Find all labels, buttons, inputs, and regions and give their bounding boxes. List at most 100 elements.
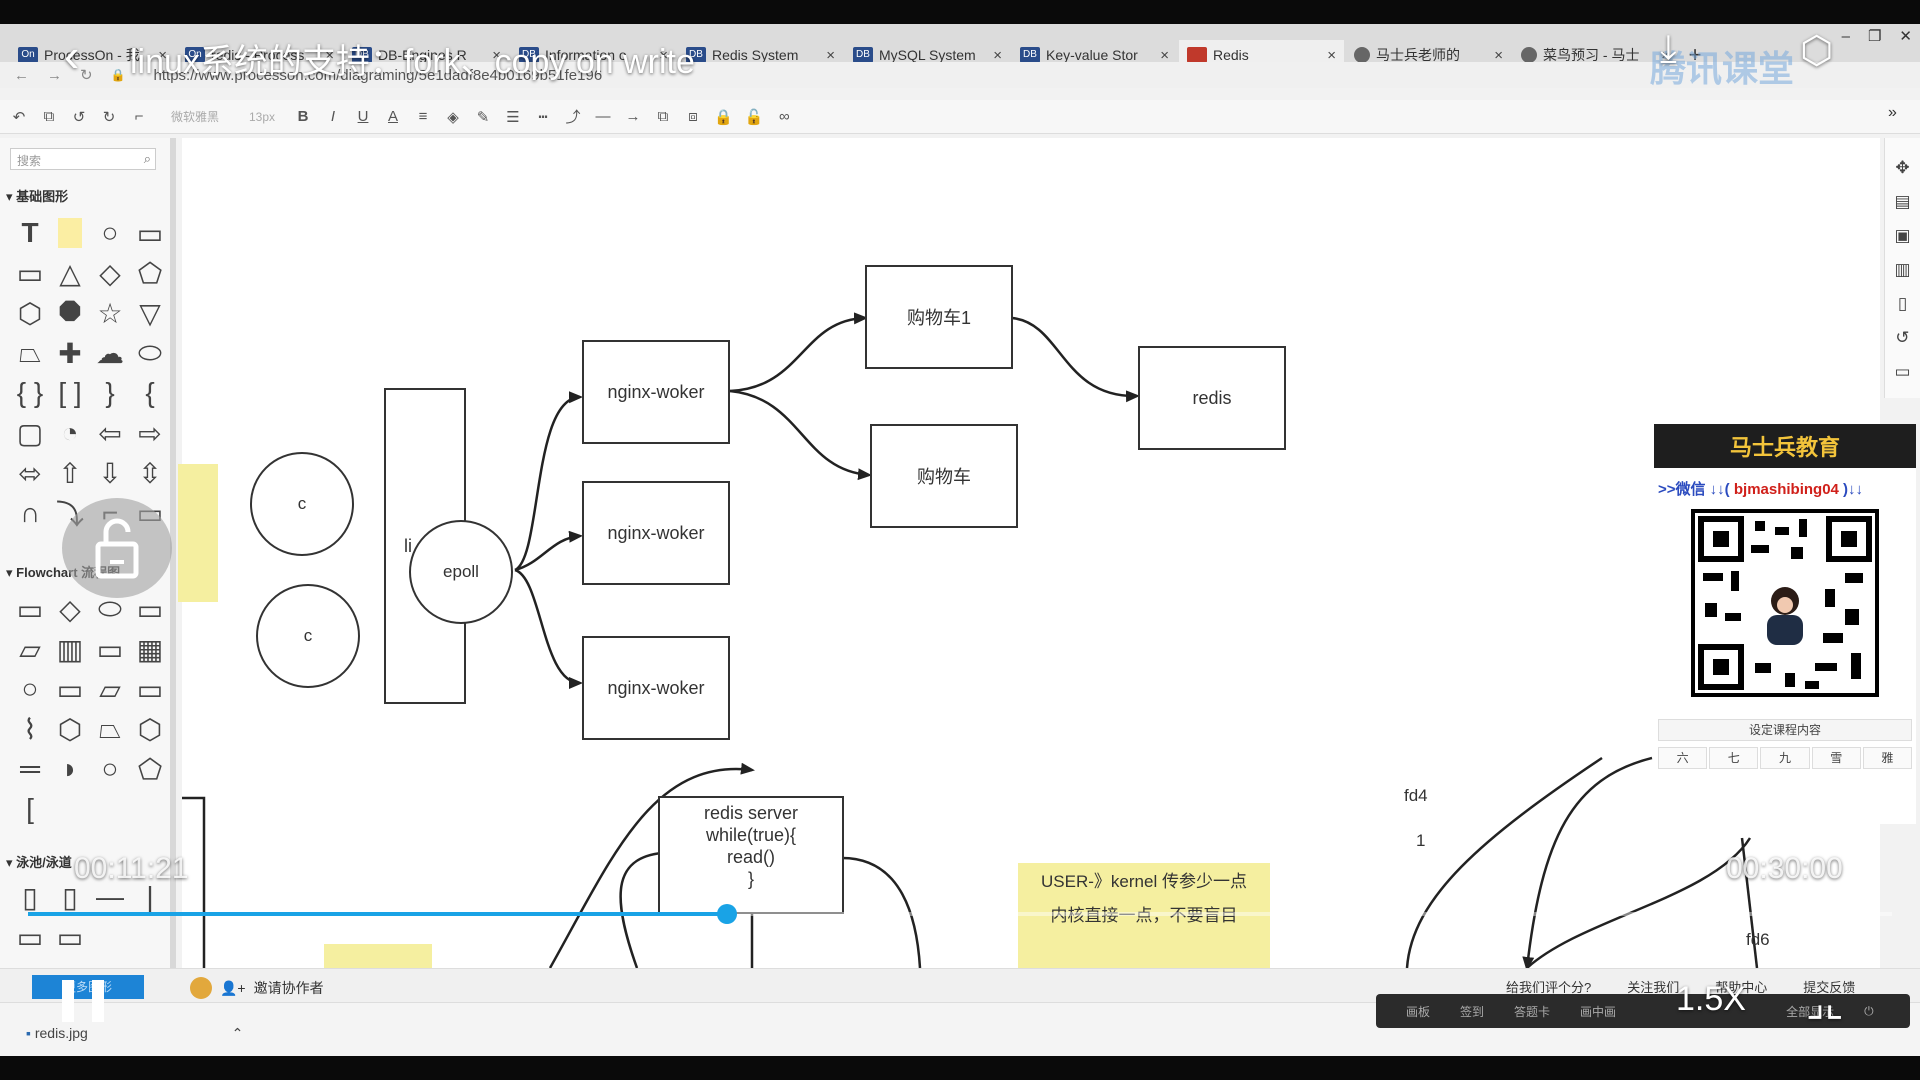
sticky-note-partial[interactable] [178,464,218,602]
playback-speed-button[interactable]: 1.5X [1676,980,1746,1019]
nginx-worker-box-3[interactable]: nginx-woker [582,636,730,740]
updown-arrow-shape-icon[interactable]: ⇳ [130,458,170,489]
undo-history-icon[interactable]: ↶ [10,108,28,126]
file-icon[interactable]: ▯ [1898,294,1907,314]
epoll-circle[interactable]: epoll [409,520,513,624]
line-style-icon[interactable]: ┅ [534,108,552,126]
double-arrow-shape-icon[interactable]: ⬄ [10,458,50,489]
back-arrow-icon[interactable]: ← [14,67,29,84]
collapse-toolbar-icon[interactable]: » [1888,104,1897,122]
tape-shape-icon[interactable]: ⌇ [10,714,50,745]
off-page-shape-icon[interactable]: ⬠ [130,754,170,785]
bring-front-icon[interactable]: ⧉ [654,108,672,125]
diamond-shape-icon[interactable]: ◇ [90,258,130,289]
manual-operation-shape-icon[interactable]: ⏢ [90,713,130,744]
hexagon-shape-icon[interactable]: ⬡ [10,298,50,329]
rectangle-shape-icon[interactable]: ▭ [130,218,170,249]
note-shape-icon[interactable] [50,218,90,248]
underline-button[interactable]: U [354,108,372,125]
vertical-pool-shape-icon[interactable]: ▯ [10,882,50,913]
back-chevron-icon[interactable]: ‹ [64,28,79,82]
cross-shape-icon[interactable]: ✚ [50,338,90,369]
cloud-shape-icon[interactable]: ☁ [90,338,130,369]
stored-data-shape-icon[interactable]: ▭ [90,634,130,665]
progress-scrubber[interactable] [717,904,737,924]
parallel-shape-icon[interactable]: ═ [10,753,50,784]
preparation-shape-icon[interactable]: ⬡ [50,714,90,745]
diagram-canvas[interactable]: c c li epoll nginx-woker nginx-woker ngi… [178,138,1880,968]
circle-connector-shape-icon[interactable]: ○ [90,753,130,784]
up-arrow-shape-icon[interactable]: ⇧ [50,458,90,489]
separator-shape-icon[interactable]: — [90,881,130,912]
circle-shape-icon[interactable]: ○ [90,217,130,248]
tab-close-icon[interactable]: × [1160,47,1169,64]
right-arrow-shape-icon[interactable]: ⇨ [130,418,170,449]
section-swimlane[interactable]: ▾ 泳池/泳道 [6,852,72,871]
line-color-icon[interactable]: ✎ [474,108,492,126]
star-shape-icon[interactable]: ☆ [90,298,130,329]
ellipse-shape-icon[interactable]: ⬭ [130,337,170,368]
vertical-lane-shape-icon[interactable]: ▯ [50,882,90,913]
banner-shape-icon[interactable]: ⏢ [10,337,50,368]
fill-color-icon[interactable]: ◈ [444,108,462,126]
nginx-worker-box-2[interactable]: nginx-woker [582,481,730,585]
document-shape-icon[interactable]: ▭ [130,594,170,625]
delay-shape-icon[interactable]: ◗ [50,753,90,784]
line-width-icon[interactable]: ☰ [504,108,522,126]
style-icon[interactable]: ▤ [1894,192,1910,212]
shape-search-input[interactable]: 搜索 ⌕ [10,148,156,170]
down-arrow-shape-icon[interactable]: ⇩ [90,458,130,489]
day-button[interactable]: 雅 [1862,747,1913,769]
bracket-shape-icon[interactable]: [ ] [50,377,90,408]
horizontal-lane-shape-icon[interactable]: ▭ [50,922,90,953]
exit-fullscreen-icon[interactable]: ⌟⌞ [1806,980,1844,1026]
process-shape-icon[interactable]: ▭ [10,594,50,625]
power-icon[interactable]: ⏻ [1864,1004,1874,1019]
horizontal-pool-shape-icon[interactable]: ▭ [10,922,50,953]
page-icon[interactable]: ▣ [1894,226,1910,246]
data-icon[interactable]: ▥ [1894,260,1910,280]
invite-collaborator-button[interactable]: 👤+ 邀请协作者 [190,977,324,999]
display-shape-icon[interactable]: ▭ [50,674,90,705]
close-window-icon[interactable]: ✕ [1899,27,1912,45]
data-shape-icon[interactable]: ▱ [10,634,50,665]
lock-shape-icon[interactable]: 🔒 [714,108,733,126]
left-brace-shape-icon[interactable]: { [130,377,170,408]
annotation-shape-icon[interactable]: [ [10,793,50,824]
bold-button[interactable]: B [294,108,312,125]
octagon-shape-icon[interactable]: ⯃ [50,297,90,328]
arrow-style-icon[interactable]: → [624,108,642,125]
triangle-shape-icon[interactable]: △ [50,258,90,289]
font-family-select[interactable]: 微软雅黑 [160,108,230,125]
navigator-icon[interactable]: ✥ [1895,158,1909,178]
redo-icon[interactable]: ↻ [100,108,118,126]
chevron-up-icon[interactable]: ⌃ [232,1025,244,1041]
line-end-icon[interactable]: ― [594,108,612,125]
client-circle-2[interactable]: c [256,584,360,688]
history-icon[interactable]: ↺ [1895,328,1909,348]
download-item[interactable]: ▪ redis.jpg ⌃ [26,1025,243,1042]
section-basic-shapes[interactable]: ▾ 基础图形 [6,186,68,205]
redis-server-box[interactable]: redis server while(true){ read() } [658,796,844,914]
minimize-icon[interactable]: – [1842,28,1850,45]
undo-icon[interactable]: ↺ [70,108,88,126]
video-progress-bar[interactable] [28,904,1892,924]
paint-brush-icon[interactable]: ⌐ [130,108,148,125]
tray-checkin[interactable]: 签到 [1460,1003,1484,1020]
italic-button[interactable]: I [324,108,342,125]
quarter-circle-shape-icon[interactable]: ◔ [50,417,90,448]
tab-close-icon[interactable]: × [993,47,1002,64]
pentagon-shape-icon[interactable]: ⬠ [130,258,170,289]
tray-answer-card[interactable]: 答题卡 [1514,1003,1550,1020]
day-button[interactable]: 九 [1760,747,1810,769]
left-arrow-shape-icon[interactable]: ⇦ [90,418,130,449]
terminator-shape-icon[interactable]: ⬭ [90,593,130,624]
rounded-square-shape-icon[interactable]: ▢ [10,418,50,449]
link-icon[interactable]: ∞ [775,108,793,125]
unlock-shape-icon[interactable]: 🔓 [745,108,764,126]
brace-shape-icon[interactable]: { } [10,377,50,408]
nginx-worker-box-1[interactable]: nginx-woker [582,340,730,444]
font-color-button[interactable]: A [384,108,402,125]
internal-storage-shape-icon[interactable]: ▦ [130,634,170,665]
sticky-note-bottom[interactable] [324,944,432,968]
